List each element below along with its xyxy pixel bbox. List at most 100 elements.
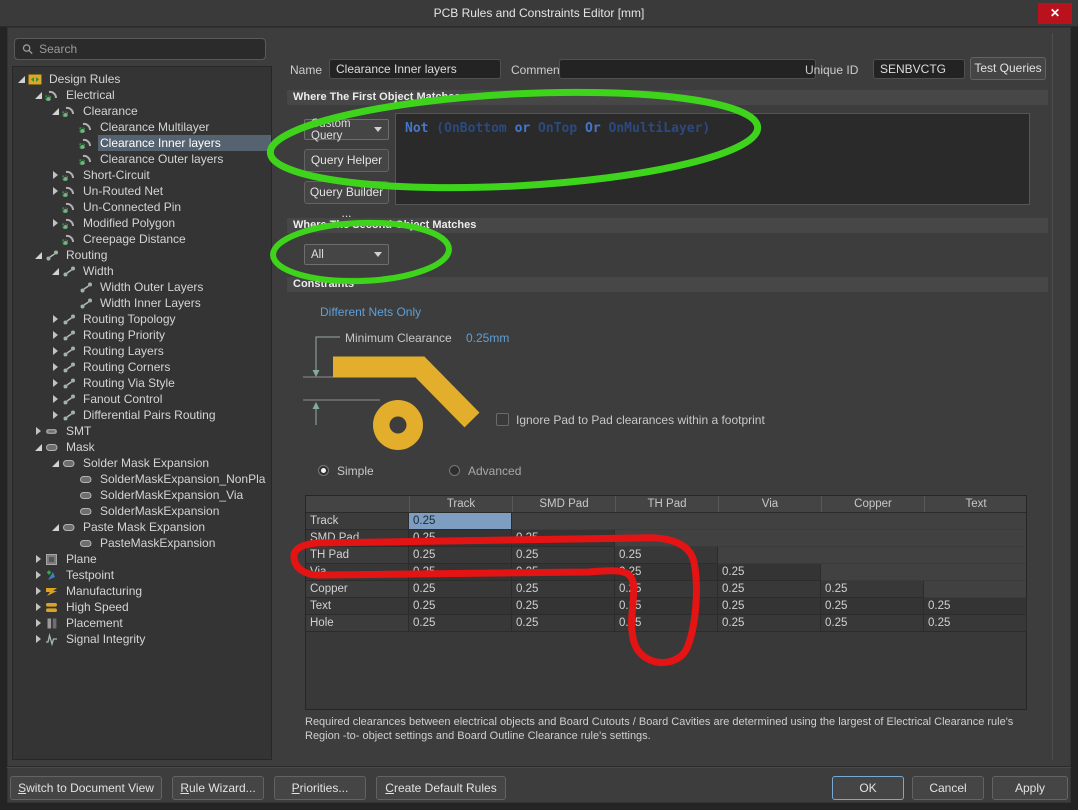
tree-item-differential-pairs-routing[interactable]: Differential Pairs Routing xyxy=(13,407,271,423)
matrix-row-header[interactable]: Via xyxy=(306,564,409,581)
tree-item-smt[interactable]: SMT xyxy=(13,423,271,439)
tree-item-clearance-inner-layers[interactable]: Clearance Inner layers xyxy=(13,135,271,151)
matrix-col-header[interactable]: SMD Pad xyxy=(512,496,615,512)
matrix-row-header[interactable]: Hole xyxy=(306,615,409,632)
expand-arrow-icon[interactable] xyxy=(51,218,62,228)
query-helper-button[interactable]: Query Helper ... xyxy=(304,149,389,172)
expand-arrow-icon[interactable] xyxy=(34,634,45,644)
custom-query-editor[interactable]: Not (OnBottom or OnTop Or OnMultiLayer) xyxy=(395,113,1030,205)
matrix-cell[interactable]: 0.25 xyxy=(718,598,821,615)
matrix-cell[interactable]: 0.25 xyxy=(718,615,821,632)
matrix-cell[interactable]: 0.25 xyxy=(718,564,821,581)
expand-arrow-icon[interactable] xyxy=(51,186,62,196)
collapse-arrow-icon[interactable] xyxy=(34,250,45,260)
tree-item-manufacturing[interactable]: Manufacturing xyxy=(13,583,271,599)
expand-arrow-icon[interactable] xyxy=(34,602,45,612)
matrix-cell[interactable]: 0.25 xyxy=(924,615,1027,632)
tree-item-routing[interactable]: Routing xyxy=(13,247,271,263)
switch-to-document-view-button[interactable]: Switch to Document View xyxy=(10,776,162,800)
expand-arrow-icon[interactable] xyxy=(34,570,45,580)
tree-item-routing-topology[interactable]: Routing Topology xyxy=(13,311,271,327)
tree-item-routing-corners[interactable]: Routing Corners xyxy=(13,359,271,375)
comment-field[interactable] xyxy=(559,59,816,79)
tree-item-electrical[interactable]: Electrical xyxy=(13,87,271,103)
expand-arrow-icon[interactable] xyxy=(51,378,62,388)
expand-arrow-icon[interactable] xyxy=(51,346,62,356)
matrix-cell[interactable]: 0.25 xyxy=(821,598,924,615)
matrix-col-header[interactable]: Via xyxy=(718,496,821,512)
tree-item-design-rules[interactable]: Design Rules xyxy=(13,71,271,87)
tree-item-plane[interactable]: Plane xyxy=(13,551,271,567)
collapse-arrow-icon[interactable] xyxy=(51,522,62,532)
matrix-cell[interactable]: 0.25 xyxy=(409,530,512,547)
cancel-button[interactable]: Cancel xyxy=(912,776,984,800)
unique-id-field[interactable]: SENBVCTG xyxy=(873,59,965,79)
tree-item-soldermaskexpansion[interactable]: SolderMaskExpansion xyxy=(13,503,271,519)
matrix-cell[interactable]: 0.25 xyxy=(409,598,512,615)
matrix-col-header[interactable]: Track xyxy=(409,496,512,512)
close-button[interactable]: ✕ xyxy=(1038,3,1072,24)
tree-item-soldermaskexpansion-via[interactable]: SolderMaskExpansion_Via xyxy=(13,487,271,503)
tree-item-testpoint[interactable]: Testpoint xyxy=(13,567,271,583)
matrix-cell[interactable]: 0.25 xyxy=(615,598,718,615)
matrix-row-header[interactable]: TH Pad xyxy=(306,547,409,564)
matrix-cell[interactable]: 0.25 xyxy=(615,547,718,564)
matrix-cell[interactable]: 0.25 xyxy=(409,547,512,564)
tree-item-fanout-control[interactable]: Fanout Control xyxy=(13,391,271,407)
tree-item-un-routed-net[interactable]: Un-Routed Net xyxy=(13,183,271,199)
tree-item-soldermaskexpansion-nonpla[interactable]: SolderMaskExpansion_NonPla xyxy=(13,471,271,487)
first-match-scope-dropdown[interactable]: Custom Query xyxy=(304,119,389,140)
expand-arrow-icon[interactable] xyxy=(51,170,62,180)
tree-item-routing-via-style[interactable]: Routing Via Style xyxy=(13,375,271,391)
matrix-cell[interactable]: 0.25 xyxy=(512,615,615,632)
collapse-arrow-icon[interactable] xyxy=(51,266,62,276)
tree-item-width-outer-layers[interactable]: Width Outer Layers xyxy=(13,279,271,295)
expand-arrow-icon[interactable] xyxy=(51,330,62,340)
expand-arrow-icon[interactable] xyxy=(51,410,62,420)
matrix-cell[interactable]: 0.25 xyxy=(821,615,924,632)
expand-arrow-icon[interactable] xyxy=(51,314,62,324)
matrix-row-header[interactable]: Copper xyxy=(306,581,409,598)
search-input[interactable] xyxy=(39,42,258,56)
name-field[interactable]: Clearance Inner layers xyxy=(329,59,501,79)
expand-arrow-icon[interactable] xyxy=(34,586,45,596)
expand-arrow-icon[interactable] xyxy=(51,362,62,372)
matrix-cell[interactable]: 0.25 xyxy=(409,615,512,632)
collapse-arrow-icon[interactable] xyxy=(17,74,28,84)
tree-item-width-inner-layers[interactable]: Width Inner Layers xyxy=(13,295,271,311)
search-box[interactable] xyxy=(14,38,266,60)
create-default-rules-button[interactable]: Create Default Rules xyxy=(376,776,506,800)
matrix-cell[interactable]: 0.25 xyxy=(512,564,615,581)
matrix-col-header[interactable]: Copper xyxy=(821,496,924,512)
advanced-radio[interactable] xyxy=(449,465,460,476)
tree-item-clearance-outer-layers[interactable]: Clearance Outer layers xyxy=(13,151,271,167)
tree-item-short-circuit[interactable]: Short-Circuit xyxy=(13,167,271,183)
matrix-row-header[interactable]: Text xyxy=(306,598,409,615)
expand-arrow-icon[interactable] xyxy=(34,554,45,564)
tree-item-width[interactable]: Width xyxy=(13,263,271,279)
collapse-arrow-icon[interactable] xyxy=(34,90,45,100)
ok-button[interactable]: OK xyxy=(832,776,904,800)
matrix-cell[interactable]: 0.25 xyxy=(615,564,718,581)
matrix-cell[interactable]: 0.25 xyxy=(615,581,718,598)
matrix-row-header[interactable]: SMD Pad xyxy=(306,530,409,547)
matrix-cell[interactable]: 0.25 xyxy=(409,513,512,530)
query-builder-button[interactable]: Query Builder ... xyxy=(304,181,389,204)
test-queries-button[interactable]: Test Queries xyxy=(970,57,1046,80)
tree-item-solder-mask-expansion[interactable]: Solder Mask Expansion xyxy=(13,455,271,471)
rule-wizard-button[interactable]: Rule Wizard... xyxy=(172,776,264,800)
matrix-cell[interactable]: 0.25 xyxy=(512,530,615,547)
collapse-arrow-icon[interactable] xyxy=(51,106,62,116)
matrix-cell[interactable]: 0.25 xyxy=(409,564,512,581)
tree-item-placement[interactable]: Placement xyxy=(13,615,271,631)
priorities-button[interactable]: Priorities... xyxy=(274,776,366,800)
tree-item-paste-mask-expansion[interactable]: Paste Mask Expansion xyxy=(13,519,271,535)
expand-arrow-icon[interactable] xyxy=(34,426,45,436)
matrix-cell[interactable]: 0.25 xyxy=(512,581,615,598)
tree-item-signal-integrity[interactable]: Signal Integrity xyxy=(13,631,271,647)
matrix-cell[interactable]: 0.25 xyxy=(512,598,615,615)
matrix-cell[interactable]: 0.25 xyxy=(924,598,1027,615)
tree-item-pastemaskexpansion[interactable]: PasteMaskExpansion xyxy=(13,535,271,551)
expand-arrow-icon[interactable] xyxy=(51,394,62,404)
matrix-cell[interactable]: 0.25 xyxy=(409,581,512,598)
